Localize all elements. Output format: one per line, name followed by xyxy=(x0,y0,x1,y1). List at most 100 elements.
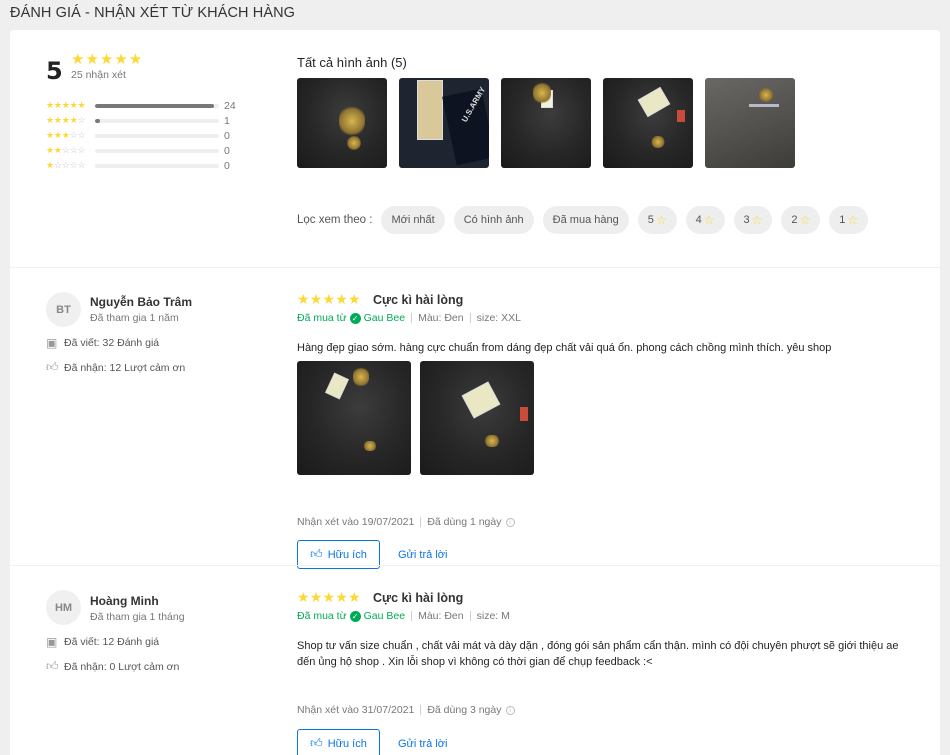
review-photo-thumbnail[interactable] xyxy=(501,78,591,168)
reviewer-name: Hoàng Minh xyxy=(90,594,159,608)
review-count-icon: ▣ xyxy=(46,336,58,350)
product-size: size: XXL xyxy=(476,312,521,324)
review-photo-thumbnail[interactable]: U.S.ARMY xyxy=(399,78,489,168)
check-circle-icon: ✓ xyxy=(349,610,361,622)
distribution-bar xyxy=(95,163,219,168)
distribution-bar xyxy=(95,148,219,153)
purchase-info: Đã mua từ ✓ Gau Bee Màu: Đen size: XXL xyxy=(297,312,521,324)
section-title: ĐÁNH GIÁ - NHẬN XÉT TỪ KHÁCH HÀNG xyxy=(10,5,296,21)
photos-title: Tất cả hình ảnh (5) xyxy=(297,55,407,70)
written-label: Đã viết: 12 Đánh giá xyxy=(64,636,160,648)
helpful-label: Hữu ích xyxy=(327,548,367,561)
star-icon: ☆ xyxy=(655,213,667,227)
chip-label: 5 xyxy=(647,214,654,226)
review-count: 25 nhận xét xyxy=(71,69,126,81)
bought-from: Đã mua từ ✓ Gau Bee xyxy=(297,312,405,324)
star-icon: ★★★☆☆ xyxy=(46,130,86,140)
distribution-bar xyxy=(95,133,219,138)
filter-chip-newest[interactable]: Mới nhất xyxy=(381,206,445,234)
star-icon: ★★★★☆ xyxy=(46,115,86,125)
review-content: Hàng đẹp giao sớm. hàng cực chuẩn from d… xyxy=(297,342,832,354)
reviewer-joined: Đã tham gia 1 năm xyxy=(90,312,179,324)
info-icon[interactable]: i xyxy=(505,705,515,715)
helpful-button[interactable]: 👍︎ Hữu ích xyxy=(297,729,380,755)
distribution-row-2[interactable]: ★★☆☆☆ 0 xyxy=(46,143,256,158)
distribution-bar xyxy=(95,118,219,123)
reviewer-written-count: ▣ Đã viết: 12 Đánh giá xyxy=(46,635,159,649)
star-icon: ☆ xyxy=(703,213,715,227)
chip-label: 2 xyxy=(791,214,798,226)
review-content: Shop tư vấn size chuẩn , chất vải mát và… xyxy=(297,640,899,668)
review-dates: Nhận xét vào 19/07/2021 Đã dùng 1 ngày i xyxy=(297,516,515,528)
chip-label: 1 xyxy=(839,214,846,226)
average-rating: 5 xyxy=(46,57,63,85)
review-stars: ★★★★★ xyxy=(297,589,361,605)
photo-gallery: U.S.ARMY xyxy=(297,78,795,168)
distribution-row-1[interactable]: ★☆☆☆☆ 0 xyxy=(46,158,256,173)
distribution-count: 0 xyxy=(224,159,230,172)
product-color: Màu: Đen xyxy=(418,312,464,324)
filter-chip-3-stars[interactable]: 3 ☆ xyxy=(733,206,773,234)
distribution-row-3[interactable]: ★★★☆☆ 0 xyxy=(46,128,256,143)
distribution-row-5[interactable]: ★★★★★ 24 xyxy=(46,98,256,113)
review-count-icon: ▣ xyxy=(46,635,58,649)
distribution-bar xyxy=(95,103,219,108)
star-icon: ☆ xyxy=(751,213,763,227)
filter-chip-with-photos[interactable]: Có hình ảnh xyxy=(453,206,534,234)
chip-label: 4 xyxy=(695,214,702,226)
shop-name[interactable]: Gau Bee xyxy=(364,610,405,622)
review-title: Cực kì hài lòng xyxy=(373,591,464,605)
bought-prefix: Đã mua từ xyxy=(297,312,347,324)
reviewer-thanks-count: 👍︎ Đã nhận: 12 Lượt cảm ơn xyxy=(46,360,185,375)
star-icon: ☆ xyxy=(847,213,859,227)
thumbs-up-icon: 👍︎ xyxy=(46,360,59,374)
distribution-count: 24 xyxy=(224,99,236,112)
distribution-count: 1 xyxy=(224,114,230,127)
review-filter: Lọc xem theo : Mới nhất Có hình ảnh Đã m… xyxy=(297,206,877,234)
avatar: BT xyxy=(46,292,81,327)
thumbs-up-icon: 👍︎ xyxy=(310,736,323,750)
review-date: Nhận xét vào 19/07/2021 xyxy=(297,516,415,528)
info-icon[interactable]: i xyxy=(505,517,515,527)
reviewer-joined: Đã tham gia 1 tháng xyxy=(90,611,185,623)
received-label: Đã nhận: 12 Lượt cảm ơn xyxy=(64,361,186,374)
usage-duration: Đã dùng 3 ngày xyxy=(427,704,502,716)
filter-chip-2-stars[interactable]: 2 ☆ xyxy=(781,206,821,234)
distribution-count: 0 xyxy=(224,129,230,142)
reply-link[interactable]: Gửi trả lời xyxy=(398,549,447,561)
product-size: size: M xyxy=(476,610,510,622)
bought-prefix: Đã mua từ xyxy=(297,610,347,622)
thumbs-up-icon: 👍︎ xyxy=(310,547,323,561)
divider xyxy=(10,565,940,566)
star-icon: ★☆☆☆☆ xyxy=(46,160,86,170)
check-circle-icon: ✓ xyxy=(349,312,361,324)
received-label: Đã nhận: 0 Lượt cảm ơn xyxy=(64,660,180,673)
distribution-count: 0 xyxy=(224,144,230,157)
filter-chip-5-stars[interactable]: 5 ☆ xyxy=(637,206,677,234)
filter-label: Lọc xem theo : xyxy=(297,214,373,226)
star-icon: ★★☆☆☆ xyxy=(46,145,86,155)
star-icon: ★★★★★ xyxy=(46,100,86,110)
reviewer-written-count: ▣ Đã viết: 32 Đánh giá xyxy=(46,336,159,350)
purchase-info: Đã mua từ ✓ Gau Bee Màu: Đen size: M xyxy=(297,610,510,622)
reviewer-name: Nguyễn Bảo Trâm xyxy=(90,295,193,309)
filter-chip-4-stars[interactable]: 4 ☆ xyxy=(685,206,725,234)
review-dates: Nhận xét vào 31/07/2021 Đã dùng 3 ngày i xyxy=(297,704,515,716)
filter-chip-1-star[interactable]: 1 ☆ xyxy=(829,206,869,234)
avatar: HM xyxy=(46,590,81,625)
review-image[interactable] xyxy=(297,361,411,475)
filter-chip-purchased[interactable]: Đã mua hàng xyxy=(542,206,629,234)
reply-link[interactable]: Gửi trả lời xyxy=(398,738,447,750)
review-date: Nhận xét vào 31/07/2021 xyxy=(297,704,415,716)
review-photo-thumbnail[interactable] xyxy=(705,78,795,168)
review-stars: ★★★★★ xyxy=(297,291,361,307)
review-photo-thumbnail[interactable] xyxy=(603,78,693,168)
star-icon: ☆ xyxy=(799,213,811,227)
divider xyxy=(10,267,940,268)
review-photo-thumbnail[interactable] xyxy=(297,78,387,168)
shop-name[interactable]: Gau Bee xyxy=(364,312,405,324)
review-image[interactable] xyxy=(420,361,534,475)
thumbs-up-icon: 👍︎ xyxy=(46,659,59,673)
distribution-row-4[interactable]: ★★★★☆ 1 xyxy=(46,113,256,128)
bought-from: Đã mua từ ✓ Gau Bee xyxy=(297,610,405,622)
